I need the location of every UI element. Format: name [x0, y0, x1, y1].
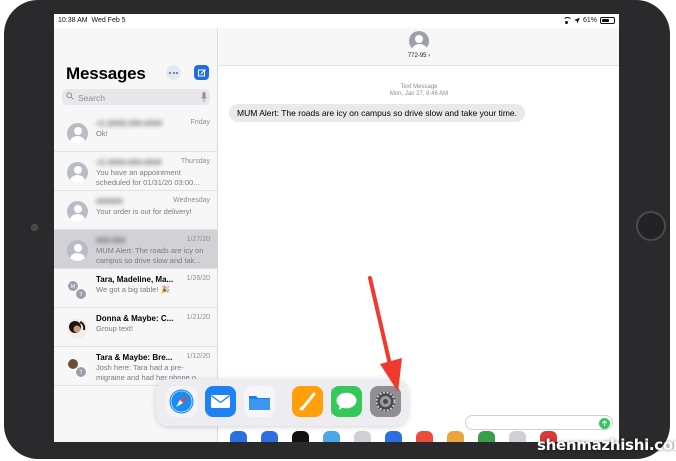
dock-app-mail[interactable]	[205, 386, 236, 417]
message-timestamp: Mon, Jan 27, 8:46 AM	[389, 91, 449, 97]
group-avatar: MT	[67, 279, 88, 300]
conversation-name: ######	[96, 197, 123, 206]
messages-icon	[331, 386, 362, 417]
wifi-icon	[562, 17, 572, 24]
contact-avatar	[67, 162, 88, 183]
front-camera	[31, 224, 38, 231]
search-icon	[66, 92, 74, 100]
pages-icon	[292, 386, 323, 417]
dock-app-files[interactable]	[244, 386, 275, 417]
conversation-preview: We got a big table! 🎉	[96, 285, 170, 294]
mail-icon	[205, 386, 236, 417]
conversation-row[interactable]: +1 (###) ###-#### Friday Ok!	[54, 113, 218, 152]
conversation-row[interactable]: ###-### 1/27/20 MUM Alert: The roads are i…	[54, 230, 218, 269]
conversation-preview: Ok!	[96, 129, 108, 138]
member-avatar: T	[75, 366, 87, 378]
search-input[interactable]: Search	[62, 89, 210, 105]
conversation-name: Tara, Madeline, Ma...	[96, 275, 174, 284]
safari-icon	[166, 386, 197, 417]
conversation-date: 1/21/20	[186, 314, 210, 321]
message-type-label: Text Message	[400, 84, 438, 90]
conversation-date: 1/27/20	[186, 236, 210, 243]
conversation-date: Thursday	[180, 158, 210, 165]
contact-avatar	[67, 201, 88, 222]
conversation-name: Tara & Maybe: Bre...	[96, 353, 173, 362]
watermark: shenmazhishi.com	[537, 436, 676, 454]
dock-app-pages[interactable]	[292, 386, 323, 417]
dock-app-safari[interactable]	[166, 386, 197, 417]
contact-avatar	[67, 240, 88, 261]
conversation-name: Donna & Maybe: C...	[96, 314, 174, 323]
conversation-preview: Your order is out for delivery!	[96, 207, 192, 216]
ellipsis-icon	[169, 71, 171, 74]
member-avatar: T	[75, 288, 87, 300]
compose-button[interactable]	[194, 65, 209, 80]
contact-avatar	[67, 123, 88, 144]
conversation-date: Wednesday	[173, 197, 210, 204]
page-title: Messages	[66, 64, 146, 83]
annotation-arrow	[368, 276, 402, 392]
location-icon	[573, 17, 580, 24]
conversation-row[interactable]: +1 ####-###-#### Thursday You have an appo…	[54, 152, 218, 191]
status-time: 10:38 AM Wed Feb 5	[58, 17, 126, 24]
search-placeholder: Search	[78, 92, 105, 103]
dock-app-messages[interactable]	[331, 386, 362, 417]
conversation-row[interactable]: M T Tara, Madeline, Ma... 1/26/20 We got a b…	[54, 269, 218, 308]
compose-icon	[197, 68, 206, 76]
microphone-icon[interactable]	[201, 92, 207, 102]
screen: 10:38 AM Wed Feb 5 61% Messages Search +…	[54, 14, 619, 442]
conversation-preview: MUM Alert: The roads are icy on campus s…	[96, 246, 204, 265]
contact-photo	[67, 318, 88, 339]
conversation-row[interactable]: Donna & Maybe: C... 1/21/20 Group text!	[54, 308, 218, 347]
conversation-header: 772-95 ›	[219, 28, 619, 66]
more-options-button[interactable]	[166, 65, 181, 80]
message-bubble[interactable]: MUM Alert: The roads are icy on campus s…	[229, 104, 525, 122]
conversation-preview: Group text!	[96, 324, 134, 333]
conversation-list: +1 (###) ###-#### Friday Ok! +1 ####-###-##…	[54, 113, 218, 386]
conversation-name: +1 (###) ###-####	[96, 119, 163, 128]
battery-percent: 61%	[582, 17, 597, 24]
battery-icon	[600, 17, 615, 24]
conversation-date: 1/26/20	[186, 275, 210, 282]
conversation-row[interactable]: ###### Wednesday Your order is out for del…	[54, 191, 218, 230]
conversation-name: +1 ####-###-####	[96, 158, 162, 167]
photo-avatar	[67, 318, 88, 339]
contact-avatar[interactable]	[409, 31, 429, 51]
home-button[interactable]	[636, 211, 666, 241]
files-icon	[244, 386, 275, 417]
conversation-name: ###-###	[96, 236, 126, 245]
conversation-date: 1/12/20	[186, 353, 210, 360]
status-bar: 10:38 AM Wed Feb 5 61%	[54, 14, 619, 28]
contact-name[interactable]: 772-95 ›	[219, 53, 619, 59]
conversation-date: Friday	[190, 119, 210, 126]
conversation-preview: You have an appointment scheduled for 01…	[96, 168, 200, 187]
group-avatar: T	[67, 357, 88, 378]
